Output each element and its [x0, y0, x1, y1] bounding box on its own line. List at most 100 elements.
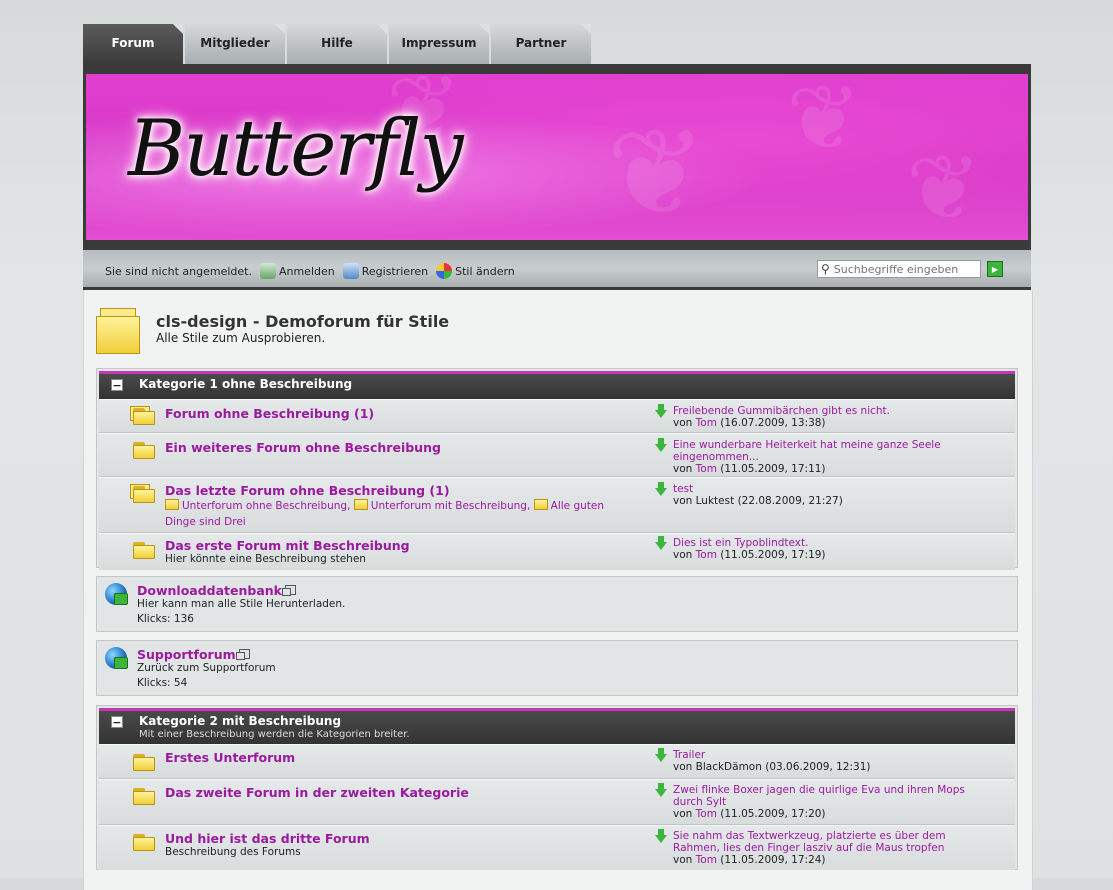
login-status: Sie sind nicht angemeldet.: [105, 264, 252, 278]
forum-row: Und hier ist das dritte Forum Beschreibu…: [99, 825, 1015, 870]
forum-title[interactable]: Forum ohne Beschreibung (1): [165, 406, 374, 421]
register-link[interactable]: Registrieren: [342, 263, 429, 279]
forum-row: Das erste Forum mit Beschreibung Hier kö…: [99, 533, 1015, 570]
last-post-user[interactable]: Tom: [696, 854, 717, 866]
tab-partner[interactable]: Partner: [491, 24, 591, 64]
forum-folder-icon: [96, 308, 142, 354]
search-form: ⚲ ▶: [817, 260, 1003, 278]
last-post-user[interactable]: Tom: [696, 549, 717, 561]
tab-hilfe[interactable]: Hilfe: [287, 24, 387, 64]
subforum-folder-icon: [533, 499, 548, 510]
folder-icon: [130, 484, 155, 503]
forum-title[interactable]: Ein weiteres Forum ohne Beschreibung: [165, 440, 441, 455]
forum-row: Das zweite Forum in der zweiten Kategori…: [99, 779, 1015, 825]
last-post-arrow-icon[interactable]: [655, 829, 667, 843]
subforum-link[interactable]: Unterforum ohne Beschreibung: [182, 500, 347, 512]
main-content: cls-design - Demoforum für Stile Alle St…: [83, 290, 1033, 890]
last-post-arrow-icon[interactable]: [655, 536, 667, 550]
last-post-title[interactable]: Freilebende Gummibärchen gibt es nicht.: [673, 405, 971, 417]
last-post-title[interactable]: test: [673, 483, 971, 495]
forum-title[interactable]: Das erste Forum mit Beschreibung: [165, 538, 410, 553]
folder-icon: [133, 834, 155, 851]
forum-title[interactable]: Und hier ist das dritte Forum: [165, 831, 370, 846]
last-post: Trailer von BlackDämon (03.06.2009, 12:3…: [651, 748, 971, 773]
change-style-link[interactable]: Stil ändern: [436, 263, 515, 279]
last-post-user: Luktest: [695, 495, 735, 507]
tab-impressum[interactable]: Impressum: [389, 24, 489, 64]
last-post: Eine wunderbare Heiterkeit hat meine gan…: [651, 438, 971, 475]
globe-link-icon: [105, 647, 128, 669]
last-post-meta: von BlackDämon (03.06.2009, 12:31): [673, 761, 871, 773]
forum-row: Das letzte Forum ohne Beschreibung (1) U…: [99, 477, 1015, 533]
tab-mitglieder[interactable]: Mitglieder: [185, 24, 285, 64]
last-post-arrow-icon[interactable]: [655, 748, 667, 762]
globe-link-icon: [105, 583, 128, 605]
category-description: Mit einer Beschreibung werden die Katego…: [139, 729, 410, 740]
category-header: − Kategorie 1 ohne Beschreibung: [99, 371, 1015, 399]
last-post: Zwei flinke Boxer jagen die quirlige Eva…: [651, 783, 973, 820]
last-post-meta: von Tom (11.05.2009, 17:11): [673, 463, 826, 475]
subforum-link[interactable]: Unterforum mit Beschreibung: [371, 500, 527, 512]
last-post-arrow-icon[interactable]: [655, 482, 667, 496]
login-link[interactable]: Anmelden: [259, 263, 335, 279]
last-post-meta: von Tom (16.07.2009, 13:38): [673, 417, 826, 429]
butterfly-decoration-icon: ❦: [606, 104, 707, 240]
forum-row: Forum ohne Beschreibung (1) Freilebende …: [99, 399, 1015, 433]
folder-icon: [133, 788, 155, 805]
last-post-user[interactable]: Tom: [696, 463, 717, 475]
last-post-meta: von Tom (11.05.2009, 17:20): [673, 808, 826, 820]
forum-title[interactable]: Das letzte Forum ohne Beschreibung (1): [165, 483, 450, 498]
search-submit-button[interactable]: ▶: [987, 261, 1003, 277]
page-subtitle: Alle Stile zum Ausprobieren.: [156, 331, 326, 345]
collapse-toggle-icon[interactable]: −: [111, 716, 123, 728]
register-icon: [342, 263, 359, 279]
search-field: ⚲: [817, 260, 981, 278]
last-post-title[interactable]: Zwei flinke Boxer jagen die quirlige Eva…: [673, 784, 973, 808]
subforum-folder-icon: [353, 499, 368, 510]
last-post-title[interactable]: Eine wunderbare Heiterkeit hat meine gan…: [673, 439, 953, 463]
banner: ❦ ❦ ❦ ❦ Butterfly: [86, 74, 1028, 240]
last-post-meta: von Luktest (22.08.2009, 21:27): [673, 495, 843, 507]
folder-icon: [130, 406, 155, 425]
site-logo[interactable]: Butterfly: [128, 104, 464, 194]
link-forum-support: Supportforum Zurück zum Supportforum Kli…: [96, 640, 1018, 696]
user-bar: Sie sind nicht angemeldet. Anmelden Regi…: [83, 250, 1031, 290]
last-post-title[interactable]: Trailer: [673, 749, 971, 761]
last-post: Dies ist ein Typoblindtext. von Tom (11.…: [651, 536, 971, 561]
last-post-title[interactable]: Dies ist ein Typoblindtext.: [673, 537, 971, 549]
tab-forum[interactable]: Forum: [83, 24, 183, 64]
search-icon: ⚲: [821, 262, 830, 276]
last-post-title[interactable]: Sie nahm das Textwerkzeug, platzierte es…: [673, 830, 973, 854]
register-label: Registrieren: [361, 264, 429, 278]
external-link-icon: [235, 649, 250, 660]
last-post-arrow-icon[interactable]: [655, 438, 667, 452]
butterfly-decoration-icon: ❦: [786, 74, 862, 171]
search-input[interactable]: [829, 262, 978, 276]
forum-title[interactable]: Das zweite Forum in der zweiten Kategori…: [165, 785, 469, 800]
link-forum-description: Hier kann man alle Stile Herunterladen.: [137, 598, 346, 610]
category-header: − Kategorie 2 mit Beschreibung Mit einer…: [99, 708, 1015, 744]
forum-description: Beschreibung des Forums: [165, 846, 301, 858]
last-post-meta: von Tom (11.05.2009, 17:19): [673, 549, 826, 561]
subforum-folder-icon: [165, 499, 179, 510]
last-post-user[interactable]: Tom: [696, 417, 717, 429]
forum-title[interactable]: Erstes Unterforum: [165, 750, 295, 765]
folder-icon: [133, 754, 155, 771]
link-forum-clicks: Klicks: 136: [137, 613, 194, 625]
subforum-list: Unterforum ohne Beschreibung, Unterforum…: [165, 499, 605, 528]
last-post-arrow-icon[interactable]: [655, 783, 667, 797]
link-forum-title[interactable]: Downloaddatenbank: [137, 583, 296, 598]
last-post-arrow-icon[interactable]: [655, 404, 667, 418]
page-title: cls-design - Demoforum für Stile: [156, 312, 450, 331]
login-label: Anmelden: [278, 264, 335, 278]
change-style-label: Stil ändern: [455, 264, 515, 278]
link-forum-title[interactable]: Supportforum: [137, 647, 250, 662]
category-2: − Kategorie 2 mit Beschreibung Mit einer…: [96, 705, 1018, 870]
category-title[interactable]: Kategorie 2 mit Beschreibung: [139, 714, 341, 728]
collapse-toggle-icon[interactable]: −: [111, 379, 123, 391]
category-title[interactable]: Kategorie 1 ohne Beschreibung: [139, 377, 352, 391]
last-post-meta: von Tom (11.05.2009, 17:24): [673, 854, 826, 866]
last-post: test von Luktest (22.08.2009, 21:27): [651, 482, 971, 507]
login-icon: [259, 263, 276, 279]
last-post-user[interactable]: Tom: [696, 808, 717, 820]
